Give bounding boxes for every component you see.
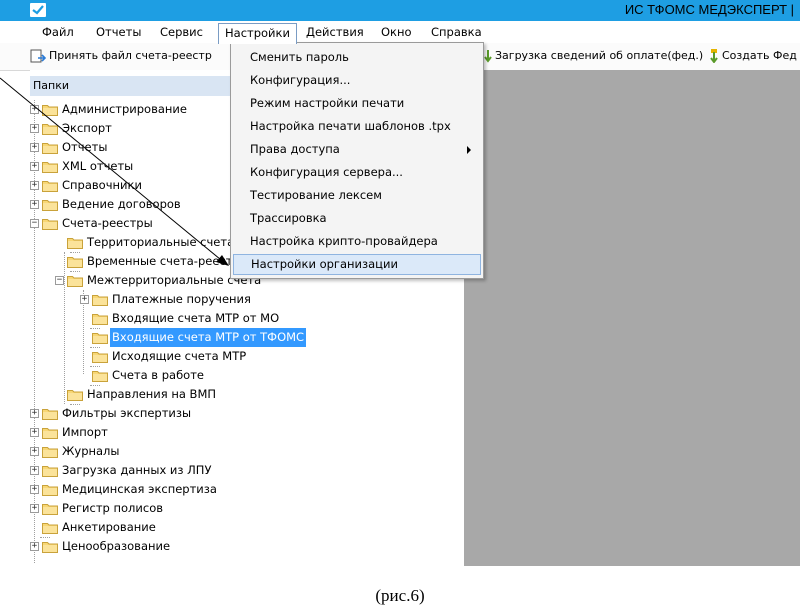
- tree-node-label: Анкетирование: [62, 520, 156, 534]
- tree-node-label: Направления на ВМП: [87, 387, 217, 401]
- tree-node-label: Временные счета-реестры: [87, 254, 249, 268]
- menu-settings[interactable]: Настройки: [218, 23, 297, 44]
- folder-icon: [42, 428, 58, 439]
- menu-help[interactable]: Справка: [425, 23, 488, 41]
- tree-node-label: Администрирование: [62, 102, 187, 116]
- accept-file-icon: [30, 49, 46, 63]
- folder-icon: [42, 504, 58, 515]
- title-bar: ИС ТФОМС МЕДЭКСПЕРТ |: [0, 0, 800, 21]
- folder-icon: [42, 447, 58, 458]
- expand-icon[interactable]: +: [30, 485, 39, 494]
- expand-icon[interactable]: +: [30, 409, 39, 418]
- tree-node-label: Журналы: [62, 444, 120, 458]
- payment-info-button[interactable]: Загрузка сведений об оплате(фед.): [484, 47, 703, 65]
- folder-icon: [42, 409, 58, 420]
- tree-node-label: Загрузка данных из ЛПУ: [62, 463, 212, 477]
- folder-icon: [42, 523, 58, 534]
- menu-item-tracing[interactable]: Трассировка: [233, 208, 481, 229]
- menu-window[interactable]: Окно: [375, 23, 418, 41]
- accept-file-button[interactable]: Принять файл счета-реестр: [30, 47, 212, 65]
- collapse-icon[interactable]: −: [55, 276, 64, 285]
- folder-icon: [67, 276, 83, 287]
- folder-icon: [92, 333, 108, 344]
- tree-node-label: Счета в работе: [112, 368, 204, 382]
- menu-item-lexeme-testing[interactable]: Тестирование лексем: [233, 185, 481, 206]
- folder-icon: [67, 257, 83, 268]
- tree-node-label: Ценообразование: [62, 539, 171, 553]
- tree-node-label: Счета-реестры: [62, 216, 153, 230]
- download-arrow-icon: [484, 50, 492, 63]
- settings-dropdown-menu: Сменить пароль Конфигурация... Режим нас…: [230, 42, 484, 279]
- folder-icon: [42, 485, 58, 496]
- tree-node-label: Входящие счета МТР от ТФОМС: [110, 328, 307, 347]
- folder-icon: [92, 295, 108, 306]
- menu-file[interactable]: Файл: [36, 23, 80, 41]
- folder-icon: [42, 181, 58, 192]
- folder-icon: [92, 314, 108, 325]
- folder-icon: [42, 105, 58, 116]
- tree-node-label: Отчеты: [62, 140, 108, 154]
- menu-item-server-configuration[interactable]: Конфигурация сервера...: [233, 162, 481, 183]
- folder-icon: [92, 352, 108, 363]
- payment-info-label: Загрузка сведений об оплате(фед.): [495, 49, 704, 62]
- access-rights-label: Права доступа: [250, 142, 340, 156]
- window-title: ИС ТФОМС МЕДЭКСПЕРТ |: [624, 2, 794, 17]
- menu-actions[interactable]: Действия: [300, 23, 370, 41]
- folder-icon: [67, 390, 83, 401]
- tree-node-label: Регистр полисов: [62, 501, 164, 515]
- expand-icon[interactable]: +: [30, 162, 39, 171]
- folder-icon: [42, 162, 58, 173]
- tree-node-label: Входящие счета МТР от МО: [112, 311, 280, 325]
- menu-item-print-settings-mode[interactable]: Режим настройки печати: [233, 93, 481, 114]
- tree-node-label: Экспорт: [62, 121, 112, 135]
- expand-icon[interactable]: +: [30, 542, 39, 551]
- tree-node-label: Территориальные счета: [87, 235, 235, 249]
- tree-node-label: XML отчеты: [62, 159, 134, 173]
- expand-icon[interactable]: +: [30, 124, 39, 133]
- menu-item-crypto-provider[interactable]: Настройка крипто-провайдера: [233, 231, 481, 252]
- menu-item-organization-settings[interactable]: Настройки организации: [233, 254, 481, 275]
- tree-node-label: Фильтры экспертизы: [62, 406, 192, 420]
- folder-icon: [42, 466, 58, 477]
- menu-bar: Файл Отчеты Сервис Настройки Действия Ок…: [0, 21, 800, 44]
- folder-icon: [42, 219, 58, 230]
- collapse-icon[interactable]: −: [30, 219, 39, 228]
- tree-node-label: Справочники: [62, 178, 142, 192]
- expand-icon[interactable]: +: [30, 181, 39, 190]
- menu-item-access-rights[interactable]: Права доступа: [233, 139, 481, 160]
- menu-item-template-print-settings[interactable]: Настройка печати шаблонов .tpx: [233, 116, 481, 137]
- menu-reports[interactable]: Отчеты: [90, 23, 147, 41]
- workspace-area: [464, 70, 800, 566]
- tree-node-label: Ведение договоров: [62, 197, 181, 211]
- menu-item-change-password[interactable]: Сменить пароль: [233, 47, 481, 68]
- submenu-arrow-icon: [467, 146, 471, 154]
- expand-icon[interactable]: +: [30, 200, 39, 209]
- expand-icon[interactable]: +: [30, 447, 39, 456]
- tree-node-label: Платежные поручения: [112, 292, 251, 306]
- tree-node-label: Импорт: [62, 425, 108, 439]
- expand-icon[interactable]: +: [30, 428, 39, 437]
- folder-icon: [42, 542, 58, 553]
- create-arrow-icon: [710, 49, 718, 63]
- expand-icon[interactable]: +: [30, 105, 39, 114]
- application-window: ИС ТФОМС МЕДЭКСПЕРТ | Файл Отчеты Сервис…: [0, 0, 800, 566]
- folder-icon: [42, 143, 58, 154]
- menu-service[interactable]: Сервис: [154, 23, 209, 41]
- menu-item-configuration[interactable]: Конфигурация...: [233, 70, 481, 91]
- create-label: Создать Фед: [722, 49, 797, 62]
- create-button[interactable]: Создать Фед: [709, 47, 797, 65]
- expand-icon[interactable]: +: [80, 295, 89, 304]
- tree-node-label: Медицинская экспертиза: [62, 482, 217, 496]
- figure-caption: (рис.6): [375, 586, 425, 605]
- folder-icon: [67, 238, 83, 249]
- tree-node-label: Исходящие счета МТР: [112, 349, 247, 363]
- folder-icon: [92, 371, 108, 382]
- accept-file-label: Принять файл счета-реестр: [49, 49, 212, 62]
- folder-icon: [42, 200, 58, 211]
- expand-icon[interactable]: +: [30, 143, 39, 152]
- app-logo-icon: [30, 3, 46, 17]
- expand-icon[interactable]: +: [30, 504, 39, 513]
- expand-icon[interactable]: +: [30, 466, 39, 475]
- folder-icon: [42, 124, 58, 135]
